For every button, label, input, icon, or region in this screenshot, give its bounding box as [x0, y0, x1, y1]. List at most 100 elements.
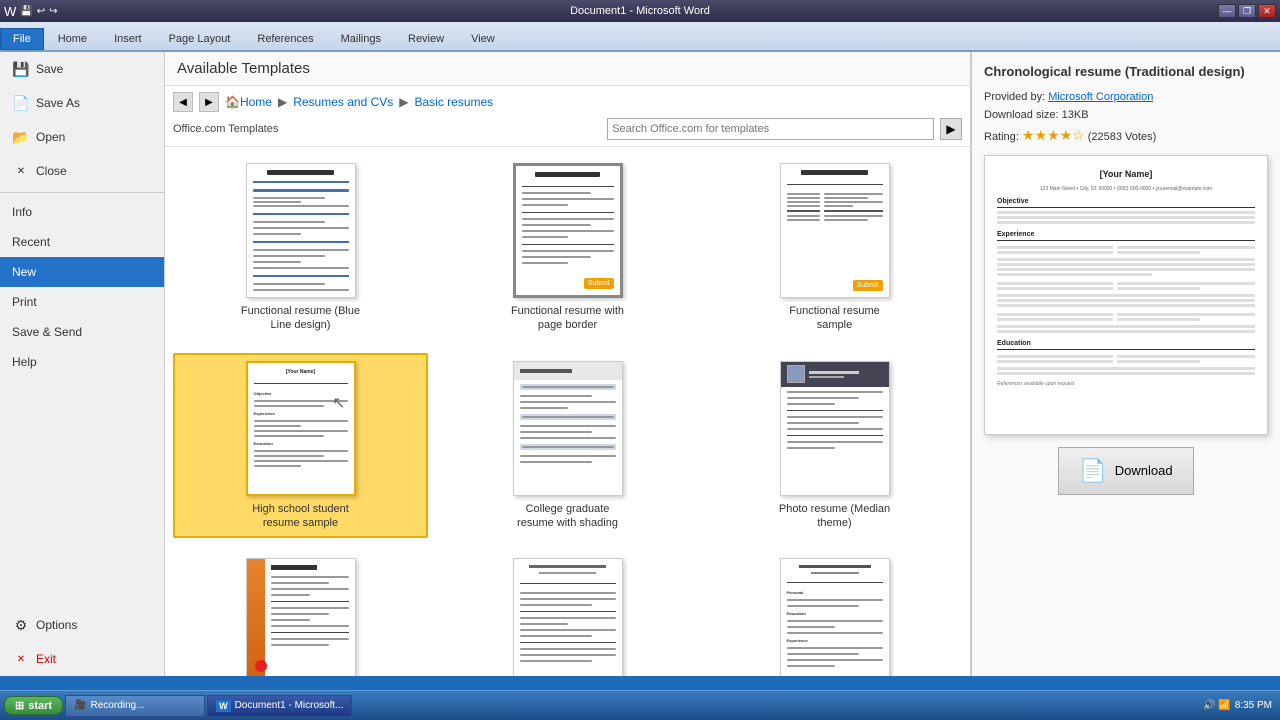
template-oriel[interactable]: Resume (Oriel theme) — [173, 550, 428, 676]
tab-mailings[interactable]: Mailings — [328, 28, 394, 50]
word-taskbar-label: Document1 - Microsoft... — [235, 700, 344, 711]
tab-page-layout[interactable]: Page Layout — [156, 28, 244, 50]
template-label-func-sample: Functional resume sample — [775, 304, 895, 333]
tab-home[interactable]: Home — [45, 28, 100, 50]
system-icons: 🔊 📶 — [1203, 700, 1231, 711]
options-icon: ⚙ — [12, 616, 30, 634]
search-button[interactable]: ▶ — [940, 118, 962, 140]
start-label: start — [28, 700, 52, 712]
sidebar-label-save-send: Save & Send — [12, 325, 82, 339]
sidebar-label-open: Open — [36, 130, 65, 144]
breadcrumb-sep2: ▶ — [399, 95, 408, 109]
sidebar-label-options: Options — [36, 618, 77, 632]
rating-label: Rating: — [984, 131, 1019, 143]
template-func-border[interactable]: Submit Functional resume with page borde… — [440, 155, 695, 341]
sidebar-item-save[interactable]: 💾 Save — [0, 52, 164, 86]
template-photo[interactable]: Photo resume (Median theme) — [707, 353, 962, 539]
sidebar-item-help[interactable]: Help — [0, 347, 164, 377]
tab-view[interactable]: View — [458, 28, 508, 50]
tab-references[interactable]: References — [244, 28, 326, 50]
template-entry[interactable]: Entry-level resume reference sheet — [440, 550, 695, 676]
clock: 8:35 PM — [1235, 700, 1272, 711]
sidebar-label-close: Close — [36, 164, 67, 178]
sidebar-item-new[interactable]: New — [0, 257, 164, 287]
votes-count: (22583 Votes) — [1088, 131, 1157, 143]
breadcrumb-resumes[interactable]: Resumes and CVs — [293, 95, 393, 109]
content-area: Available Templates ◀ ▶ 🏠 Home ▶ Resumes… — [165, 52, 970, 676]
sidebar-item-recent[interactable]: Recent — [0, 227, 164, 257]
breadcrumb-row: ◀ ▶ 🏠 Home ▶ Resumes and CVs ▶ Basic res… — [173, 92, 962, 112]
provided-by-label: Provided by: — [984, 91, 1048, 103]
qat-redo[interactable]: ↪ — [49, 6, 57, 17]
qat-undo[interactable]: ↩ — [37, 6, 45, 17]
title-bar: W 💾 ↩ ↪ Document1 - Microsoft Word — ❐ ✕ — [0, 0, 1280, 22]
template-thumb-func-sample: Submit — [780, 163, 890, 298]
download-button[interactable]: 📄 Download — [1058, 447, 1193, 495]
sidebar-item-open[interactable]: 📂 Open — [0, 120, 164, 154]
download-label: Download — [1115, 463, 1173, 478]
tab-file[interactable]: File — [0, 28, 44, 50]
template-thumb-cv: Personal Education Experience — [780, 558, 890, 676]
download-doc-icon: 📄 — [1079, 458, 1106, 484]
tab-review[interactable]: Review — [395, 28, 457, 50]
right-panel: Chronological resume (Traditional design… — [970, 52, 1280, 676]
microsoft-corp-link[interactable]: Microsoft Corporation — [1048, 91, 1153, 103]
template-hs-student[interactable]: [Your Name] Objective Experience Educati… — [173, 353, 428, 539]
sidebar-label-save: Save — [36, 62, 63, 76]
template-label-func-blue: Functional resume (Blue Line design) — [241, 304, 361, 333]
rating-stars: ★★★★☆ — [1022, 127, 1085, 143]
oriel-dot — [255, 660, 267, 672]
template-thumb-photo — [780, 361, 890, 496]
template-thumb-func-blue — [246, 163, 356, 298]
sidebar-item-close[interactable]: ✕ Close — [0, 154, 164, 188]
taskbar-right: 🔊 📶 8:35 PM — [1203, 700, 1276, 711]
sidebar-item-exit[interactable]: ✕ Exit — [0, 642, 164, 676]
preview-objective-section: Objective — [997, 197, 1255, 208]
sidebar-label-recent: Recent — [12, 235, 50, 249]
template-grid: Functional resume (Blue Line design) — [165, 147, 970, 676]
template-func-blue[interactable]: Functional resume (Blue Line design) — [173, 155, 428, 341]
sidebar-item-save-as[interactable]: 📄 Save As — [0, 86, 164, 120]
search-input[interactable] — [607, 118, 934, 140]
title-bar-title: Document1 - Microsoft Word — [0, 5, 1280, 17]
breadcrumb-home[interactable]: 🏠 Home — [225, 95, 272, 109]
back-button[interactable]: ◀ — [173, 92, 193, 112]
sidebar-label-save-as: Save As — [36, 96, 80, 110]
start-button[interactable]: ⊞ start — [4, 696, 63, 715]
template-label-photo: Photo resume (Median theme) — [775, 502, 895, 531]
sidebar-label-help: Help — [12, 355, 37, 369]
nav-search-bar: ◀ ▶ 🏠 Home ▶ Resumes and CVs ▶ Basic res… — [165, 86, 970, 147]
template-cv[interactable]: Personal Education Experience — [707, 550, 962, 676]
oriel-bar — [247, 559, 265, 676]
download-size: Download size: 13KB — [984, 109, 1089, 121]
template-thumb-func-border: Submit — [513, 163, 623, 298]
preview-meta: Provided by: Microsoft Corporation Downl… — [984, 89, 1268, 147]
taskbar-word[interactable]: W Document1 - Microsoft... — [207, 695, 352, 717]
exit-icon: ✕ — [12, 650, 30, 668]
forward-button[interactable]: ▶ — [199, 92, 219, 112]
page-title: Available Templates — [177, 60, 958, 77]
sidebar-item-info[interactable]: Info — [0, 197, 164, 227]
open-icon: 📂 — [12, 128, 30, 146]
main-area: 💾 Save 📄 Save As 📂 Open ✕ Close Info Rec… — [0, 52, 1280, 676]
template-label-college: College graduate resume with shading — [508, 502, 628, 531]
close-icon: ✕ — [12, 162, 30, 180]
close-button[interactable]: ✕ — [1258, 4, 1276, 18]
sidebar-item-options[interactable]: ⚙ Options — [0, 608, 164, 642]
breadcrumb-sep1: ▶ — [278, 95, 287, 109]
template-thumb-entry — [513, 558, 623, 676]
tab-insert[interactable]: Insert — [101, 28, 155, 50]
sidebar-item-print[interactable]: Print — [0, 287, 164, 317]
sidebar-item-save-send[interactable]: Save & Send — [0, 317, 164, 347]
restore-button[interactable]: ❐ — [1238, 4, 1256, 18]
taskbar-recording[interactable]: 🎥 Recording... — [65, 695, 205, 717]
template-label-func-border: Functional resume with page border — [508, 304, 628, 333]
template-func-sample[interactable]: Submit Functional resume sample — [707, 155, 962, 341]
breadcrumb-basic[interactable]: Basic resumes — [414, 95, 493, 109]
template-college[interactable]: College graduate resume with shading — [440, 353, 695, 539]
template-thumb-college — [513, 361, 623, 496]
qat-save[interactable]: 💾 — [20, 6, 32, 17]
minimize-button[interactable]: — — [1218, 4, 1236, 18]
word-taskbar-icon: W — [216, 700, 231, 712]
preview-image: [Your Name] 123 Main Street • City, ST 0… — [984, 155, 1268, 435]
